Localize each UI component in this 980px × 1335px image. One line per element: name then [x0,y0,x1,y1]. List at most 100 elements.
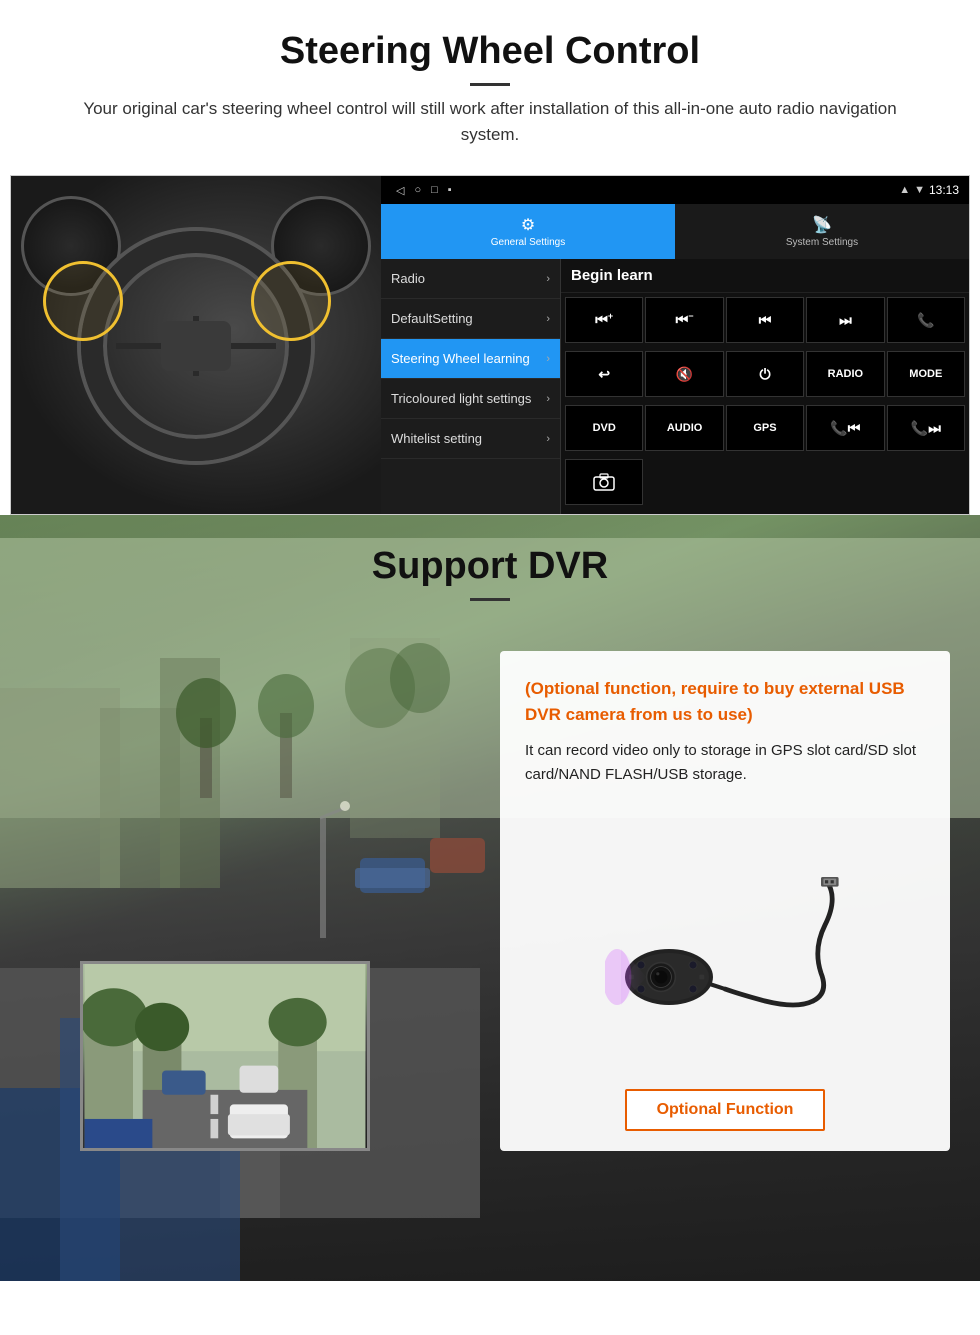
sw-highlight-left [43,261,123,341]
dvr-info-card: (Optional function, require to buy exter… [500,651,950,1151]
android-content: Radio › DefaultSetting › Steering Wheel … [381,259,969,514]
hangup-icon: ↩ [598,366,610,383]
tab-general-label: General Settings [491,237,566,248]
section1-title-area: Steering Wheel Control Your original car… [0,0,980,157]
wifi-signal-icon: ▲ [899,184,910,196]
ctrl-vol-down[interactable]: ⏮− [645,297,723,343]
title-divider [470,83,510,86]
begin-learn-row: Begin learn [561,259,969,293]
ctrl-audio[interactable]: AUDIO [645,405,723,451]
nav-icons: ◁ ○ □ ▪ [391,184,895,197]
settings-icon: ⚙ [521,215,535,235]
ctrl-grid-row1: ⏮+ ⏮− ⏮ ⏭ 📞 [561,293,969,347]
menu-radio-label: Radio [391,271,425,286]
chevron-icon-steering: › [546,353,550,365]
steering-wheel-section: Steering Wheel Control Your original car… [0,0,980,515]
dvr-right-panel: (Optional function, require to buy exter… [480,621,980,1281]
ctrl-grid-row2: ↩ 🔇 ⏻ RADIO MODE [561,347,969,401]
ctrl-grid-row3: DVD AUDIO GPS 📞⏮ 📞⏭ [561,401,969,455]
chevron-icon-whitelist: › [546,433,550,445]
gps-label: GPS [753,422,776,434]
vol-down-icon: ⏮− [676,311,694,329]
power-icon: ⏻ [759,366,770,383]
dvr-description: It can record video only to storage in G… [525,739,925,787]
ctrl-mute[interactable]: 🔇 [645,351,723,397]
ctrl-call[interactable]: 📞 [887,297,965,343]
home-icon: ○ [414,184,421,197]
ctrl-call-prev[interactable]: 📞⏮ [806,405,884,451]
ctrl-gps[interactable]: GPS [726,405,804,451]
ctrl-camera[interactable] [565,459,643,505]
menu-item-steering[interactable]: Steering Wheel learning › [381,339,560,379]
chevron-icon-tricoloured: › [546,393,550,405]
android-ui: ◁ ○ □ ▪ ▲ ▼ 13:13 ⚙ General Settings 📡 S… [381,176,969,514]
menu-list: Radio › DefaultSetting › Steering Wheel … [381,259,561,514]
camera-ctrl-icon [592,472,616,492]
vol-up-icon: ⏮+ [595,311,613,329]
optional-function-button[interactable]: Optional Function [625,1089,826,1131]
tab-system-settings[interactable]: 📡 System Settings [675,204,969,259]
mute-icon: 🔇 [676,366,693,383]
sw-hub [161,321,231,371]
ctrl-hangup[interactable]: ↩ [565,351,643,397]
chevron-icon-radio: › [546,273,550,285]
radio-label: RADIO [828,368,863,380]
wifi-icon: ▼ [914,184,925,196]
steering-photo: ➜ [11,176,381,515]
section1-subtitle: Your original car's steering wheel contr… [80,96,900,147]
ctrl-power[interactable]: ⏻ [726,351,804,397]
prev-icon: ⏮ [759,312,772,329]
menu-steering-label: Steering Wheel learning [391,351,530,366]
dvr-section: Support DVR [0,515,980,1281]
ctrl-dvd[interactable]: DVD [565,405,643,451]
controls-panel: Begin learn ⏮+ ⏮− ⏮ [561,259,969,514]
ctrl-grid-row4 [561,455,969,509]
mode-label: MODE [909,368,942,380]
menu-item-default[interactable]: DefaultSetting › [381,299,560,339]
ctrl-next[interactable]: ⏭ [806,297,884,343]
dvr-inset-view [80,961,370,1151]
recents-icon: □ [431,184,438,197]
menu-default-label: DefaultSetting [391,311,473,326]
menu-tricoloured-label: Tricoloured light settings [391,391,531,406]
ctrl-vol-up[interactable]: ⏮+ [565,297,643,343]
back-icon: ◁ [396,184,404,197]
ctrl-prev[interactable]: ⏮ [726,297,804,343]
sw-highlight-right [251,261,331,341]
dvr-body: (Optional function, require to buy exter… [0,621,980,1281]
dvd-label: DVD [593,422,616,434]
ctrl-mode[interactable]: MODE [887,351,965,397]
ctrl-call-next[interactable]: 📞⏭ [887,405,965,451]
clock: 13:13 [929,183,959,197]
steering-bg: ➜ [11,176,381,515]
dvr-title-area: Support DVR [0,515,980,621]
tab-system-label: System Settings [786,237,858,248]
section1-title: Steering Wheel Control [40,30,940,73]
dvr-left-panel [0,621,480,1281]
call-prev-icon: 📞⏮ [830,420,860,437]
chevron-icon-default: › [546,313,550,325]
steering-demo: ➜ ◁ ○ □ ▪ ▲ ▼ 13:13 ⚙ General [10,175,970,515]
call-next-icon: 📞⏭ [911,420,941,437]
dvr-camera-image [525,807,925,1074]
dvr-optional-text: (Optional function, require to buy exter… [525,676,925,727]
tab-general-settings[interactable]: ⚙ General Settings [381,204,675,259]
menu-item-tricoloured[interactable]: Tricoloured light settings › [381,379,560,419]
dvr-title: Support DVR [0,545,980,588]
status-bar: ◁ ○ □ ▪ ▲ ▼ 13:13 [381,176,969,204]
screenshot-icon: ▪ [448,184,452,197]
audio-label: AUDIO [667,422,702,434]
dvr-divider [470,598,510,601]
dvr-content: Support DVR [0,515,980,1281]
menu-item-whitelist[interactable]: Whitelist setting › [381,419,560,459]
android-tabs[interactable]: ⚙ General Settings 📡 System Settings [381,204,969,259]
menu-whitelist-label: Whitelist setting [391,431,482,446]
next-icon: ⏭ [839,312,852,329]
begin-learn-button[interactable]: Begin learn [571,267,653,284]
menu-item-radio[interactable]: Radio › [381,259,560,299]
call-icon: 📞 [917,312,934,329]
dvr-camera-svg [605,851,845,1031]
inset-scene-svg [83,964,367,1148]
ctrl-radio[interactable]: RADIO [806,351,884,397]
system-icon: 📡 [812,215,832,235]
